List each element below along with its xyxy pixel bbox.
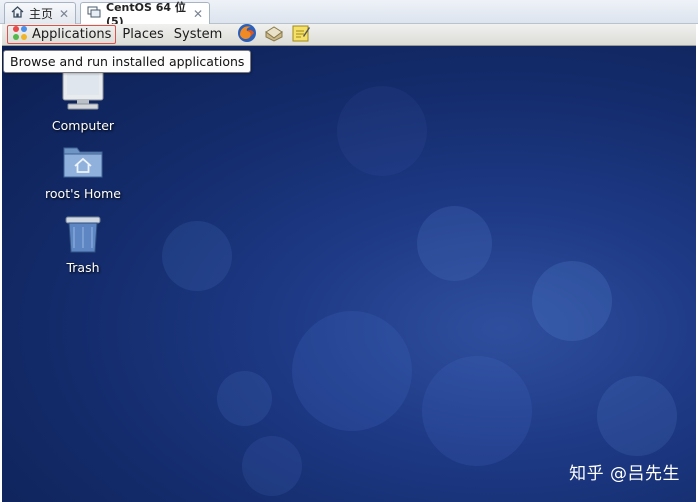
places-menu-label: Places: [122, 27, 164, 42]
tab-home[interactable]: 主页 ✕: [4, 2, 76, 24]
desktop-icon-home[interactable]: root's Home: [38, 142, 128, 201]
system-menu-label: System: [173, 27, 223, 42]
desktop-icon-computer[interactable]: Computer: [38, 68, 128, 133]
desktop-icon-label: Computer: [51, 118, 115, 133]
system-menu-button[interactable]: System: [170, 25, 226, 44]
applications-menu-button[interactable]: Applications: [7, 25, 117, 45]
desktop-icon-label: Trash: [66, 260, 100, 275]
notes-icon: [292, 24, 311, 46]
firefox-icon: [237, 23, 257, 47]
mail-client-icon: [264, 24, 284, 46]
home-folder-icon: [62, 142, 104, 183]
mail-launcher[interactable]: [263, 25, 285, 45]
vm-icon: [87, 6, 101, 21]
trash-icon: [62, 214, 104, 257]
firefox-launcher[interactable]: [236, 23, 258, 47]
places-menu-button[interactable]: Places: [118, 25, 167, 44]
tab-centos-vm[interactable]: CentOS 64 位 (5) ✕: [80, 1, 210, 28]
desktop-icon-trash[interactable]: Trash: [38, 214, 128, 275]
guest-desktop: Computer root's Home Trash 知乎 @吕先生: [2, 46, 696, 502]
close-tab-icon[interactable]: ✕: [193, 7, 203, 21]
tab-label: 主页: [29, 7, 54, 21]
top-panel: Applications Places System: [2, 23, 696, 47]
host-tab-bar: 主页 ✕ CentOS 64 位 (5) ✕: [0, 0, 698, 28]
watermark-text: 知乎 @吕先生: [569, 464, 680, 484]
notes-launcher[interactable]: [290, 25, 312, 45]
applications-menu-label: Applications: [32, 27, 112, 42]
close-tab-icon[interactable]: ✕: [59, 7, 69, 21]
home-icon: [11, 6, 24, 21]
computer-icon: [60, 68, 106, 115]
desktop-icon-label: root's Home: [45, 186, 121, 201]
applications-menu-icon: [12, 25, 28, 45]
applications-tooltip: Browse and run installed applications: [3, 50, 252, 73]
